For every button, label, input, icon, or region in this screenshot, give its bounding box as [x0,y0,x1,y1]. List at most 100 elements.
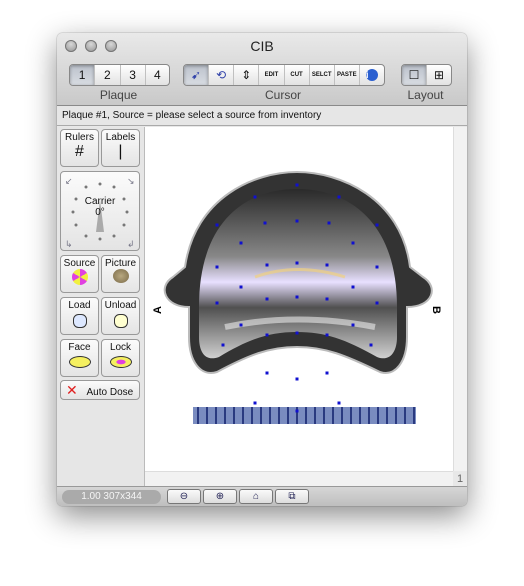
grid-dot [221,343,225,347]
radiation-icon [71,269,88,285]
plaque-selector: 1 2 3 4 [69,64,170,86]
layout-label: Layout [407,88,444,102]
load-button[interactable]: Load [60,297,99,335]
plaque-4-button[interactable]: 4 [146,65,169,85]
grid-dot [295,295,299,299]
label-b: B [430,306,442,314]
labels-button[interactable]: Labels | [101,129,140,167]
ruler-tick [314,407,316,424]
ruler-tick [197,407,199,424]
grid-dot [239,241,243,245]
cursor-selector: ➹ ⟲ ⇕ EDIT CUT SELCT PASTE i [183,64,385,86]
pointer-source-icon[interactable]: ➹ [184,65,210,85]
ruler-tick [332,407,334,424]
lock-icon [109,356,132,368]
vertical-scrollbar[interactable] [453,127,467,471]
ruler-tick [287,407,289,424]
ruler-tick [350,407,352,424]
lock-button[interactable]: Lock [101,339,140,377]
picture-button[interactable]: Picture [101,255,140,293]
grid-dot [215,223,219,227]
grid-dot [337,401,341,405]
zoom-out-icon[interactable]: ⊖ [167,489,201,504]
fit-icon[interactable]: ⧉ [275,489,309,504]
svg-text:↲: ↲ [127,239,135,249]
unload-label: Unload [104,300,137,311]
grid-dot [265,371,269,375]
svg-text:↳: ↳ [65,239,73,249]
grid-dot [337,195,341,199]
face-button[interactable]: Face [60,339,99,377]
status-bar: Plaque #1, Source = please select a sour… [57,106,467,126]
grid-dot [265,263,269,267]
grid-dot [253,401,257,405]
ruler-tick [305,407,307,424]
grid-dot [239,285,243,289]
rulers-button[interactable]: Rulers # [60,129,99,167]
window-title: CIB [250,38,274,54]
ruler-tick [404,407,406,424]
grid-dot [295,377,299,381]
ruler-tick [260,407,262,424]
plaque-canvas[interactable]: A B [145,127,453,471]
ruler-tick [395,407,397,424]
grid-dot [351,241,355,245]
plaque-label: Plaque [99,88,138,102]
grid-layout-icon[interactable]: ⊞ [427,65,451,85]
horizontal-scrollbar[interactable] [145,471,453,487]
zoom-in-icon[interactable]: ⊕ [203,489,237,504]
ruler-tick [224,407,226,424]
unload-icon [113,314,128,328]
grid-icon: # [75,143,84,160]
grid-dot [325,371,329,375]
ruler-tick [233,407,235,424]
auto-dose-off-icon: ✕ [66,382,78,398]
paste-tool-button[interactable]: PASTE [335,65,360,85]
main-window: CIB 1 2 3 4 Plaque ➹ ⟲ ⇕ EDIT CUT SELCT … [57,33,467,506]
source-button[interactable]: Source [60,255,99,293]
select-tool-button[interactable]: SELCT [310,65,335,85]
plaque-2-button[interactable]: 2 [95,65,121,85]
unload-button[interactable]: Unload [101,297,140,335]
home-icon[interactable]: ⌂ [239,489,273,504]
plaque-3-button[interactable]: 3 [121,65,146,85]
auto-dose-button[interactable]: ✕ Auto Dose [60,380,140,400]
ruler-tick [215,407,217,424]
move-icon[interactable]: ⇕ [234,65,260,85]
grid-dot [295,331,299,335]
grid-dot [265,333,269,337]
picture-label: Picture [104,258,137,269]
cursor-label: Cursor [264,88,301,102]
face-icon [68,356,91,368]
cut-tool-button[interactable]: CUT [285,65,310,85]
rulers-label: Rulers [65,132,94,143]
edit-tool-button[interactable]: EDIT [259,65,285,85]
layout-selector: ☐ ⊞ [401,64,452,86]
grid-dot [327,221,331,225]
rotate-icon[interactable]: ⟲ [209,65,235,85]
ruler-tick [206,407,208,424]
lock-label: Lock [109,342,132,353]
ruler-tick [242,407,244,424]
plaque-1-button[interactable]: 1 [70,65,96,85]
grid-dot [265,297,269,301]
zoom-readout: 1.00 307x344 [62,490,161,504]
svg-text:↙: ↙ [65,176,73,186]
grid-dot [375,265,379,269]
grid-dot [295,409,299,413]
ruler-tick [323,407,325,424]
single-layout-icon[interactable]: ☐ [402,65,427,85]
auto-dose-label: Auto Dose [86,387,134,398]
info-icon[interactable]: i [360,65,384,85]
grid-dot [369,343,373,347]
grid-dot [351,285,355,289]
carrier-dial[interactable]: ↙ ↘ ↳ ↲ Carrier 0° [60,171,140,251]
load-label: Load [68,300,91,311]
page-number: 1 [453,471,467,486]
ruler-tick [341,407,343,424]
ruler-tick [278,407,280,424]
ruler-tick [359,407,361,424]
grid-dot [375,301,379,305]
grid-dot [215,265,219,269]
grid-dot [375,223,379,227]
